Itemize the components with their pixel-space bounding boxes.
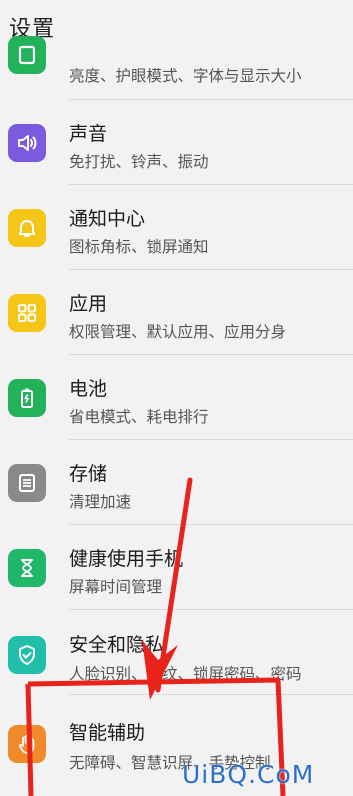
watermark: UiBQ.CoM: [182, 760, 315, 789]
header: 设置: [0, 0, 353, 50]
settings-item-subtitle: 屏幕时间管理: [69, 578, 163, 596]
hourglass-icon: [8, 549, 46, 587]
settings-item-display[interactable]: 亮度、护眼模式、字体与显示大小: [0, 36, 353, 100]
apps-grid-icon: [8, 294, 46, 332]
settings-item-title: 安全和隐私: [69, 634, 165, 656]
settings-item-subtitle: 省电模式、耗电排行: [69, 408, 209, 426]
shield-icon: [8, 636, 46, 674]
settings-item-title: 健康使用手机: [69, 548, 184, 570]
speaker-icon: [8, 124, 46, 162]
settings-item-subtitle: 免打扰、铃声、振动: [69, 153, 209, 171]
settings-item-subtitle: 权限管理、默认应用、应用分身: [69, 323, 287, 341]
settings-item-title: 智能辅助: [69, 722, 146, 744]
settings-item-subtitle: 人脸识别、指纹、锁屏密码、密码: [69, 665, 302, 683]
display-icon: [8, 36, 46, 74]
settings-item-title: 应用: [69, 293, 108, 315]
settings-item-security[interactable]: 安全和隐私 人脸识别、指纹、锁屏密码、密码: [0, 610, 353, 695]
settings-item-title: 声音: [69, 123, 108, 145]
settings-item-title: 通知中心: [69, 208, 146, 230]
settings-item-apps[interactable]: 应用 权限管理、默认应用、应用分身: [0, 270, 353, 355]
settings-item-title: 存储: [69, 463, 108, 485]
settings-item-sound[interactable]: 声音 免打扰、铃声、振动: [0, 100, 353, 185]
settings-item-storage[interactable]: 存储 清理加速: [0, 440, 353, 525]
settings-item-title: 电池: [69, 378, 108, 400]
storage-icon: [8, 464, 46, 502]
settings-item-subtitle: 亮度、护眼模式、字体与显示大小: [69, 67, 302, 85]
battery-icon: [8, 379, 46, 417]
bell-icon: [8, 209, 46, 247]
settings-item-notification[interactable]: 通知中心 图标角标、锁屏通知: [0, 185, 353, 270]
settings-item-digital-wellbeing[interactable]: 健康使用手机 屏幕时间管理: [0, 525, 353, 610]
settings-item-subtitle: 图标角标、锁屏通知: [69, 238, 209, 256]
hand-icon: [8, 725, 46, 763]
settings-item-subtitle: 清理加速: [69, 493, 132, 511]
settings-item-battery[interactable]: 电池 省电模式、耗电排行: [0, 355, 353, 440]
